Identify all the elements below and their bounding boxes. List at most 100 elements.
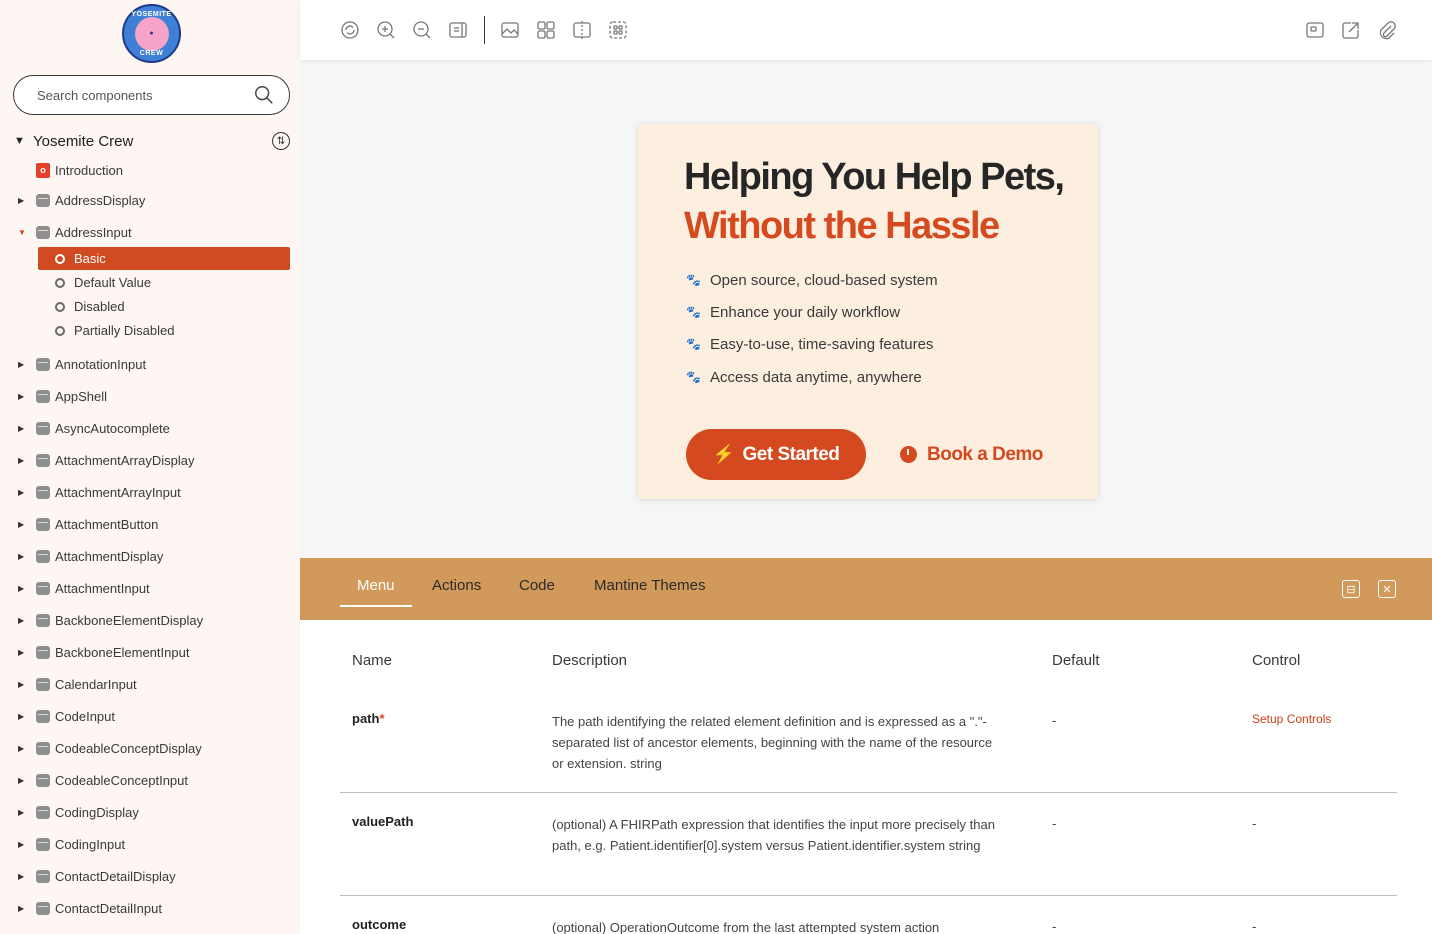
preview-canvas: Helping You Help Pets, Without the Hassl…: [300, 66, 1432, 558]
component-icon: [36, 645, 50, 659]
sidebar-item-attachmentbutton[interactable]: ▶ AttachmentButton: [16, 512, 290, 536]
sidebar-item-annotationinput[interactable]: ▶ AnnotationInput: [16, 352, 290, 376]
story-default-value[interactable]: Default Value: [38, 271, 290, 294]
addon-panel-tabs: Menu Actions Code Mantine Themes ⊟ ✕: [300, 558, 1432, 620]
column-header-name: Name: [352, 652, 393, 669]
sidebar-item-codinginput[interactable]: ▶ CodingInput: [16, 832, 290, 856]
sidebar-item-backboneelementinput[interactable]: ▶ BackboneElementInput: [16, 640, 290, 664]
collapse-all-icon[interactable]: ⇅: [272, 132, 290, 150]
story-label: Partially Disabled: [74, 323, 175, 338]
sidebar-item-label: AppShell: [55, 388, 108, 404]
component-icon: [36, 837, 50, 851]
story-disabled[interactable]: Disabled: [38, 295, 290, 318]
search-input[interactable]: [37, 87, 253, 103]
row-divider: [340, 895, 1397, 896]
caret-right-icon: ▶: [18, 423, 25, 433]
preview-toolbar: [300, 0, 1432, 60]
close-panel-icon[interactable]: ✕: [1378, 580, 1396, 598]
component-icon: [36, 901, 50, 915]
book-demo-button[interactable]: Book a Demo: [900, 429, 1043, 480]
measure-icon[interactable]: [608, 20, 628, 40]
story-basic[interactable]: Basic: [38, 247, 290, 270]
story-label: Basic: [74, 251, 106, 266]
background-icon[interactable]: [500, 20, 520, 40]
sidebar-item-label: CalendarInput: [55, 676, 137, 692]
sidebar-item-addressinput[interactable]: ▼ AddressInput: [16, 220, 290, 244]
sidebar-item-appshell[interactable]: ▶ AppShell: [16, 384, 290, 408]
prop-description: The path identifying the related element…: [552, 714, 993, 771]
sidebar-item-addressdisplay[interactable]: ▶ AddressDisplay: [16, 188, 290, 212]
sidebar-item-label: CodeableConceptDisplay: [55, 740, 202, 756]
sidebar-item-attachmentinput[interactable]: ▶ AttachmentInput: [16, 576, 290, 600]
sidebar-item-label: ContactDetailDisplay: [55, 868, 176, 884]
feature-text: Access data anytime, anywhere: [710, 368, 922, 386]
open-new-tab-icon[interactable]: [1341, 20, 1361, 40]
column-header-default: Default: [1052, 652, 1100, 669]
component-icon: [36, 709, 50, 723]
sidebar-item-codeableconceptinput[interactable]: ▶ CodeableConceptInput: [16, 768, 290, 792]
sidebar-item-contactdetailinput[interactable]: ▶ ContactDetailInput: [16, 896, 290, 920]
component-icon: [36, 549, 50, 563]
active-tab-indicator: [340, 605, 412, 607]
brand-logo[interactable]: YOSEMITE ● CREW: [122, 4, 181, 63]
tab-menu[interactable]: Menu: [357, 577, 395, 607]
sidebar-item-codingdisplay[interactable]: ▶ CodingDisplay: [16, 800, 290, 824]
hero-headline-line2: Without the Hassle: [684, 205, 1000, 247]
zoom-in-icon[interactable]: [376, 20, 396, 40]
prop-control: -: [1252, 919, 1257, 934]
sidebar-item-codeableconceptdisplay[interactable]: ▶ CodeableConceptDisplay: [16, 736, 290, 760]
caret-right-icon: ▶: [18, 391, 25, 401]
sidebar-item-codeinput[interactable]: ▶ CodeInput: [16, 704, 290, 728]
copy-link-icon[interactable]: [1377, 20, 1397, 40]
story-icon: [55, 253, 65, 264]
feature-bullet: 🐾 Easy-to-use, time-saving features: [686, 334, 933, 354]
search-icon[interactable]: [253, 84, 275, 106]
sidebar-item-label: Introduction: [55, 162, 123, 178]
caret-right-icon: ▶: [18, 871, 25, 881]
sidebar-item-attachmentarrayinput[interactable]: ▶ AttachmentArrayInput: [16, 480, 290, 504]
caret-right-icon: ▶: [18, 359, 25, 369]
sidebar-item-attachmentdisplay[interactable]: ▶ AttachmentDisplay: [16, 544, 290, 568]
sidebar-item-attachmentarraydisplay[interactable]: ▶ AttachmentArrayDisplay: [16, 448, 290, 472]
viewport-icon[interactable]: [572, 20, 592, 40]
reset-zoom-icon[interactable]: [448, 20, 468, 40]
reload-icon[interactable]: [340, 20, 360, 40]
sidebar-item-backboneelementdisplay[interactable]: ▶ BackboneElementDisplay: [16, 608, 290, 632]
logo-text-bottom: CREW: [139, 50, 164, 57]
tree-root-yosemite-crew[interactable]: ▼ Yosemite Crew ⇅: [14, 130, 290, 152]
panel-orientation-icon[interactable]: ⊟: [1342, 580, 1360, 598]
sidebar-item-contactdetaildisplay[interactable]: ▶ ContactDetailDisplay: [16, 864, 290, 888]
sidebar-item-label: AsyncAutocomplete: [55, 420, 170, 436]
row-divider: [340, 792, 1397, 793]
column-header-control: Control: [1252, 652, 1301, 669]
sidebar-item-label: BackboneElementDisplay: [55, 612, 204, 628]
fullscreen-icon[interactable]: [1305, 20, 1325, 40]
sidebar-item-introduction[interactable]: o Introduction: [16, 158, 290, 182]
get-started-button[interactable]: ⚡ Get Started: [686, 429, 866, 480]
zoom-out-icon[interactable]: [412, 20, 432, 40]
feature-text: Open source, cloud-based system: [710, 271, 938, 289]
sidebar-item-label: AttachmentButton: [55, 516, 159, 532]
paw-icon: 🐾: [686, 305, 701, 319]
story-partially-disabled[interactable]: Partially Disabled: [38, 319, 290, 342]
story-icon: [55, 301, 65, 312]
sidebar-item-calendarinput[interactable]: ▶ CalendarInput: [16, 672, 290, 696]
component-icon: [36, 613, 50, 627]
tab-code[interactable]: Code: [519, 577, 555, 607]
toolbar-divider: [484, 16, 485, 44]
hero-headline-line1: Helping You Help Pets,: [684, 156, 1065, 198]
feature-bullet: 🐾 Open source, cloud-based system: [686, 270, 938, 290]
sidebar-item-label: CodingInput: [55, 836, 126, 852]
caret-right-icon: ▶: [18, 487, 25, 497]
caret-right-icon: ▶: [18, 807, 25, 817]
prop-name: path*: [352, 711, 385, 726]
tab-mantine-themes[interactable]: Mantine Themes: [594, 577, 705, 607]
prop-default: -: [1052, 713, 1057, 728]
required-marker: *: [379, 711, 385, 726]
component-icon: [36, 773, 50, 787]
tab-actions[interactable]: Actions: [432, 577, 481, 607]
grid-icon[interactable]: [536, 20, 556, 40]
setup-controls-link[interactable]: Setup Controls: [1252, 712, 1331, 726]
story-label: Default Value: [74, 275, 152, 290]
sidebar-item-asyncautocomplete[interactable]: ▶ AsyncAutocomplete: [16, 416, 290, 440]
